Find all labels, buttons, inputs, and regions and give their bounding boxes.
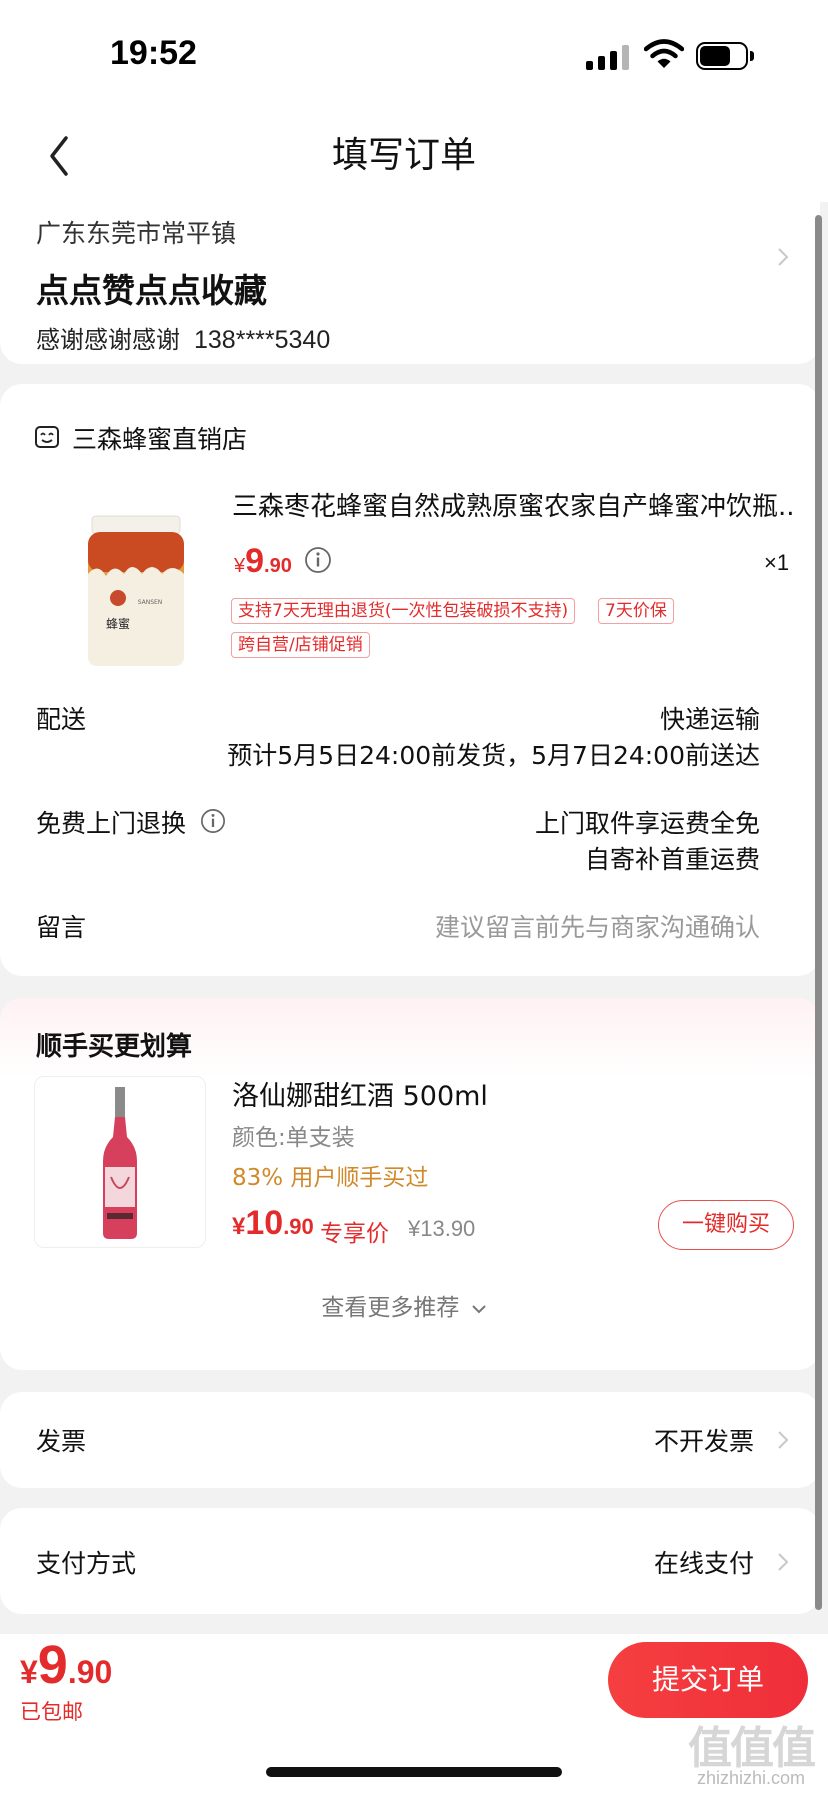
recommend-card: 顺手买更划算 洛仙娜甜红酒 500ml 颜色:单支装 83% 用户顺手买过 ¥1…	[0, 998, 820, 1370]
address-region: 广东东莞市常平镇	[36, 219, 237, 248]
returns-info-icon[interactable]	[200, 808, 226, 834]
recommend-price: ¥10.90	[232, 1204, 314, 1242]
submit-order-button[interactable]: 提交订单	[608, 1642, 808, 1718]
price-info-icon[interactable]	[304, 546, 332, 574]
delivery-estimate: 预计5月5日24:00前发货，5月7日24:00前送达	[227, 741, 760, 770]
watermark-logo: 值值值	[688, 1723, 816, 1774]
scrollbar[interactable]	[815, 215, 822, 1610]
chevron-right-icon	[778, 1553, 789, 1571]
shop-icon	[35, 426, 59, 448]
return-policy-tag: 支持7天无理由退货(一次性包装破损不支持)	[231, 598, 576, 624]
recommend-title: 顺手买更划算	[36, 1032, 193, 1062]
more-recommend-label: 查看更多推荐	[321, 1295, 460, 1321]
message-label: 留言	[36, 913, 87, 942]
watermark-url: zhizhizhi.com	[696, 1768, 806, 1788]
delivery-label: 配送	[36, 705, 87, 734]
total-price: ¥9.90	[20, 1635, 113, 1695]
svg-text:SANSEN: SANSEN	[138, 599, 163, 606]
cellular-signal-icon	[586, 44, 630, 70]
chevron-down-icon	[471, 1304, 486, 1313]
delivery-method: 快递运输	[659, 705, 760, 734]
payment-value: 在线支付	[653, 1549, 754, 1578]
recipient-name: 感谢感谢感谢	[36, 326, 180, 354]
recommend-product-spec: 颜色:单支装	[232, 1125, 355, 1151]
nav-bar: 填写订单	[0, 110, 828, 202]
address-card[interactable]: 广东东莞市常平镇 点点赞点点收藏 感谢感谢感谢 138****5340	[0, 202, 820, 364]
more-recommend-link[interactable]: 查看更多推荐	[0, 1288, 808, 1322]
home-indicator[interactable]	[266, 1767, 562, 1777]
invoice-value: 不开发票	[653, 1427, 754, 1456]
chevron-right-icon	[778, 1431, 789, 1449]
address-contact: 感谢感谢感谢 138****5340	[36, 320, 330, 355]
exclusive-price-label: 专享价	[320, 1221, 389, 1247]
returns-label: 免费上门退换	[36, 809, 187, 838]
status-bar: 19:52	[0, 0, 828, 110]
promo-tag: 跨自营/店铺促销	[231, 632, 370, 658]
battery-icon	[696, 42, 754, 70]
original-price: ¥13.90	[408, 1216, 476, 1241]
price-protect-tag: 7天价保	[598, 598, 674, 624]
invoice-row[interactable]: 发票 不开发票	[0, 1392, 820, 1488]
recommend-buyers-rate: 83% 用户顺手买过	[232, 1165, 429, 1191]
product-price: ¥9.90	[234, 542, 292, 580]
free-shipping-note: 已包邮	[20, 1700, 83, 1724]
product-title[interactable]: 三森枣花蜂蜜自然成熟原蜜农家自产蜂蜜冲饮瓶...	[232, 486, 792, 523]
payment-label: 支付方式	[36, 1549, 137, 1578]
product-image[interactable]: 蜂蜜 SANSEN	[66, 502, 206, 672]
watermark: 值值值 zhizhizhi.com	[678, 1712, 824, 1792]
address-detail: 点点赞点点收藏	[36, 271, 267, 310]
invoice-label: 发票	[36, 1427, 87, 1456]
recommend-product-image[interactable]	[34, 1076, 206, 1248]
returns-self-ship: 自寄补首重运费	[584, 845, 760, 874]
order-card: 三森蜂蜜直销店 蜂蜜 SANSEN 三森枣花蜂蜜自然成熟原蜜农家自产蜂蜜冲饮瓶.…	[0, 384, 820, 976]
message-input[interactable]: 建议留言前先与商家沟通确认	[435, 908, 760, 944]
returns-pickup: 上门取件享运费全免	[534, 809, 760, 838]
one-click-buy-button[interactable]: 一键购买	[658, 1200, 794, 1250]
wifi-icon	[644, 39, 684, 68]
page-title: 填写订单	[331, 135, 476, 176]
recommend-product-name[interactable]: 洛仙娜甜红酒 500ml	[232, 1074, 488, 1113]
status-time: 19:52	[110, 34, 197, 72]
recipient-phone: 138****5340	[194, 326, 331, 354]
product-quantity: ×1	[764, 550, 790, 575]
shop-name: 三森蜂蜜直销店	[72, 425, 248, 454]
svg-text:蜂蜜: 蜂蜜	[106, 616, 130, 631]
payment-row[interactable]: 支付方式 在线支付	[0, 1508, 820, 1614]
chevron-right-icon	[778, 248, 789, 266]
